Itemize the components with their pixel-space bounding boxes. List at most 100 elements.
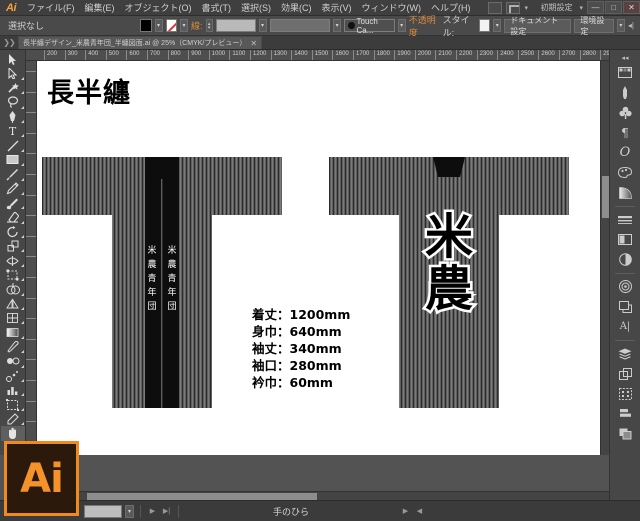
artboard-prev-button[interactable]: ▶ bbox=[147, 505, 158, 518]
arrange-documents-icon[interactable] bbox=[505, 1, 520, 14]
vertical-scrollbar-thumb[interactable] bbox=[602, 176, 609, 218]
menu-type[interactable]: 書式(T) bbox=[197, 0, 237, 16]
tool-line-segment[interactable] bbox=[1, 138, 25, 153]
artboard[interactable]: 長半纏 米 農 青 年 団 米 農 青 年 団 米 米 農 農 着丈：1200m… bbox=[37, 61, 609, 455]
dock-collapse-icon[interactable]: ◂◂ bbox=[610, 53, 640, 63]
panel-paragraph-icon[interactable]: ¶ bbox=[614, 123, 636, 142]
stroke-color-swatch[interactable] bbox=[165, 19, 177, 32]
panel-symbols-icon[interactable] bbox=[614, 103, 636, 122]
happi-front[interactable]: 米 農 青 年 団 米 農 青 年 団 bbox=[42, 143, 282, 408]
stroke-profile-field[interactable] bbox=[269, 19, 331, 32]
menu-file[interactable]: ファイル(F) bbox=[22, 0, 80, 16]
tool-shape-builder[interactable] bbox=[1, 282, 25, 297]
tool-eyedropper[interactable] bbox=[1, 340, 25, 354]
fill-color-swatch[interactable] bbox=[140, 19, 152, 32]
panel-transparency-icon[interactable] bbox=[614, 250, 636, 269]
tool-paintbrush[interactable] bbox=[1, 167, 25, 181]
tool-pencil[interactable] bbox=[1, 182, 25, 196]
panel-gradient-icon[interactable] bbox=[614, 183, 636, 202]
tool-rotate[interactable] bbox=[1, 225, 25, 239]
ruler-tick-vertical bbox=[26, 153, 36, 155]
zoom-level-field[interactable] bbox=[84, 504, 122, 518]
canvas-area[interactable]: 長半纏 米 農 青 年 団 米 農 青 年 団 米 米 農 農 着丈：1200m… bbox=[37, 61, 609, 455]
tool-mesh[interactable] bbox=[1, 311, 25, 325]
panel-swatches-icon[interactable] bbox=[614, 230, 636, 249]
zoom-level-caret-icon[interactable]: ▾ bbox=[125, 504, 134, 518]
panel-color-icon[interactable] bbox=[614, 63, 636, 82]
artboard-next-button[interactable]: ▶| bbox=[161, 505, 172, 518]
tool-perspective-grid[interactable] bbox=[1, 297, 25, 311]
workspace-caret-icon[interactable]: ▾ bbox=[576, 4, 586, 12]
arrange-caret-icon[interactable]: ▾ bbox=[522, 4, 532, 12]
graphic-style-caret-icon[interactable]: ▾ bbox=[493, 19, 502, 32]
tabbar-grip-icon[interactable]: ❯❯ bbox=[0, 38, 18, 47]
panel-brushes-icon[interactable] bbox=[614, 83, 636, 102]
control-bar-overflow-icon[interactable]: ◂| bbox=[628, 21, 634, 30]
status-menu-button[interactable]: ▶ bbox=[400, 505, 411, 518]
horizontal-ruler[interactable]: 200 300 400 500 600 700 800 900 1000 1100 1200 1300… bbox=[26, 50, 609, 61]
panel-layers-icon[interactable] bbox=[614, 344, 636, 363]
panel-links-icon[interactable]: A| bbox=[614, 317, 636, 336]
panel-artboards-icon[interactable] bbox=[614, 364, 636, 383]
stroke-weight-caret-icon[interactable]: ▾ bbox=[258, 19, 267, 32]
tool-free-transform[interactable] bbox=[1, 268, 25, 282]
tool-blob-brush[interactable] bbox=[1, 196, 25, 210]
menu-effect[interactable]: 効果(C) bbox=[276, 0, 317, 16]
panel-stroke-icon[interactable] bbox=[614, 210, 636, 229]
menu-view[interactable]: 表示(V) bbox=[317, 0, 357, 16]
panel-graphic-styles-icon[interactable] bbox=[614, 297, 636, 316]
window-maximize-button[interactable]: □ bbox=[605, 1, 622, 14]
panel-appearance-icon[interactable] bbox=[614, 277, 636, 296]
panel-character-icon[interactable]: O bbox=[614, 143, 636, 162]
close-icon[interactable]: ✕ bbox=[250, 39, 257, 48]
stroke-profile-caret-icon[interactable]: ▾ bbox=[333, 19, 342, 32]
tool-blend[interactable] bbox=[1, 354, 25, 368]
brush-definition-field[interactable]: Touch Ca... bbox=[344, 17, 395, 35]
panel-separations-icon[interactable] bbox=[614, 384, 636, 403]
document-setup-button[interactable]: ドキュメント設定 bbox=[504, 16, 572, 36]
status-expand-button[interactable]: ◀ bbox=[414, 505, 425, 518]
tool-lasso[interactable] bbox=[1, 95, 25, 109]
stroke-weight-field[interactable] bbox=[215, 19, 256, 32]
bridge-icon[interactable] bbox=[487, 1, 502, 14]
tool-scale[interactable] bbox=[1, 239, 25, 253]
tool-eraser[interactable] bbox=[1, 210, 25, 225]
window-minimize-button[interactable]: — bbox=[587, 1, 604, 14]
tool-magic-wand[interactable] bbox=[1, 81, 25, 95]
tool-artboard[interactable] bbox=[1, 397, 25, 412]
menu-object[interactable]: オブジェクト(O) bbox=[120, 0, 197, 16]
fill-dropdown-icon[interactable]: ▾ bbox=[154, 19, 163, 32]
tool-rectangle[interactable] bbox=[1, 153, 25, 167]
align-menu-icon[interactable]: ▾ bbox=[616, 19, 625, 32]
control-bar-overflow[interactable]: ◂| bbox=[628, 21, 640, 30]
document-tab[interactable]: 長半纏デザイン_米農青年団_半纏図面.ai @ 25%（CMYK/プレビュー） … bbox=[18, 36, 263, 49]
graphic-style-swatch[interactable] bbox=[478, 19, 491, 32]
vertical-scrollbar[interactable] bbox=[600, 61, 609, 455]
panel-align-icon[interactable] bbox=[614, 404, 636, 423]
stroke-dropdown-icon[interactable]: ▾ bbox=[180, 19, 189, 32]
workspace-switcher[interactable]: 初期設定 bbox=[536, 2, 576, 13]
tool-symbol-sprayer[interactable] bbox=[1, 369, 25, 383]
ruler-tick-vertical bbox=[26, 380, 36, 381]
tool-width[interactable] bbox=[1, 253, 25, 268]
panel-color-guide-icon[interactable] bbox=[614, 163, 636, 182]
tool-direct-selection[interactable] bbox=[1, 66, 25, 81]
happi-back[interactable]: 米 米 農 農 bbox=[329, 143, 569, 408]
menu-select[interactable]: 選択(S) bbox=[236, 0, 276, 16]
tool-hand[interactable] bbox=[0, 426, 25, 441]
horizontal-scrollbar[interactable] bbox=[37, 491, 609, 500]
tool-pen[interactable] bbox=[1, 110, 25, 124]
tool-gradient[interactable] bbox=[1, 325, 25, 340]
menu-edit[interactable]: 編集(E) bbox=[80, 0, 120, 16]
stroke-weight-stepper[interactable]: ▴ ▾ bbox=[205, 19, 213, 32]
tool-type[interactable]: T bbox=[1, 124, 25, 138]
window-close-button[interactable]: ✕ bbox=[623, 1, 640, 14]
horizontal-scrollbar-thumb[interactable] bbox=[87, 493, 317, 500]
tool-slice[interactable] bbox=[1, 412, 25, 426]
tool-selection[interactable] bbox=[1, 52, 25, 66]
panel-pathfinder-icon[interactable] bbox=[614, 424, 636, 443]
brush-definition-caret-icon[interactable]: ▾ bbox=[397, 19, 406, 32]
tool-column-graph[interactable] bbox=[1, 383, 25, 397]
vertical-ruler[interactable] bbox=[26, 61, 37, 455]
preferences-button[interactable]: 環境設定 bbox=[574, 16, 614, 36]
